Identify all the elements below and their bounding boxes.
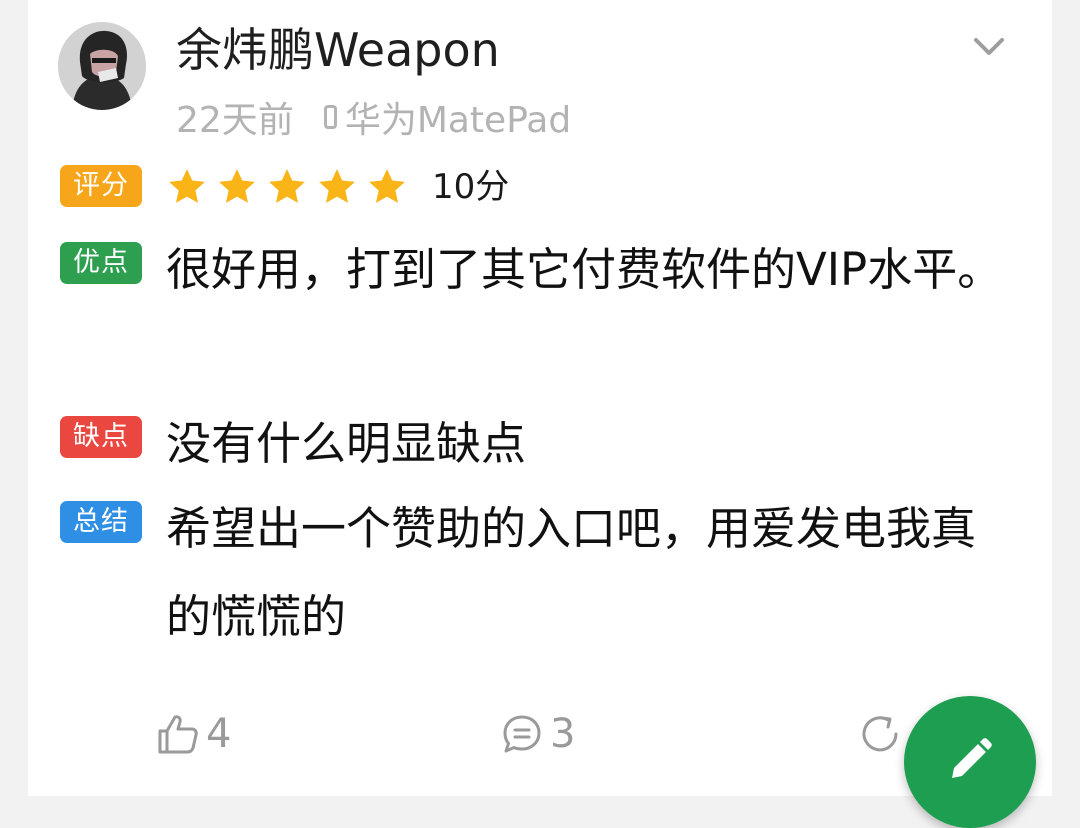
phone-icon	[323, 105, 337, 129]
rating-tag: 评分	[60, 165, 142, 207]
review-time: 22天前	[176, 100, 294, 141]
star-icon	[219, 169, 255, 203]
share-button[interactable]	[858, 706, 902, 762]
thumbs-up-icon	[158, 715, 198, 754]
score-text: 10分	[432, 167, 510, 207]
star-icon	[369, 169, 405, 203]
like-count: 4	[206, 711, 232, 757]
avatar-image	[58, 22, 146, 110]
pros-tag: 优点	[60, 242, 142, 284]
star-rating	[166, 162, 416, 212]
star-icon	[319, 169, 355, 203]
comment-button[interactable]: 3	[500, 706, 575, 762]
pros-text: 很好用，打到了其它付费软件的VIP水平。	[166, 243, 1003, 296]
star-icon	[269, 169, 305, 203]
chevron-down-icon[interactable]	[966, 28, 1012, 64]
cons-text: 没有什么明显缺点	[166, 417, 527, 470]
username[interactable]: 余炜鹏Weapon	[176, 20, 500, 80]
like-button[interactable]: 4	[156, 706, 231, 762]
share-icon	[862, 716, 898, 752]
comment-icon	[503, 715, 541, 753]
cons-tag: 缺点	[60, 416, 142, 458]
write-review-button[interactable]	[904, 696, 1036, 828]
avatar[interactable]	[58, 22, 146, 110]
star-icon	[169, 169, 205, 203]
summary-tag: 总结	[60, 501, 142, 543]
summary-text: 希望出一个赞助的入口吧，用爱发电我真的慌慌的	[166, 502, 977, 643]
review-meta: 22天前 华为MatePad	[176, 92, 571, 142]
device-name: 华为MatePad	[344, 100, 572, 141]
comment-count: 3	[550, 711, 576, 757]
edit-pencil-icon	[952, 738, 992, 778]
